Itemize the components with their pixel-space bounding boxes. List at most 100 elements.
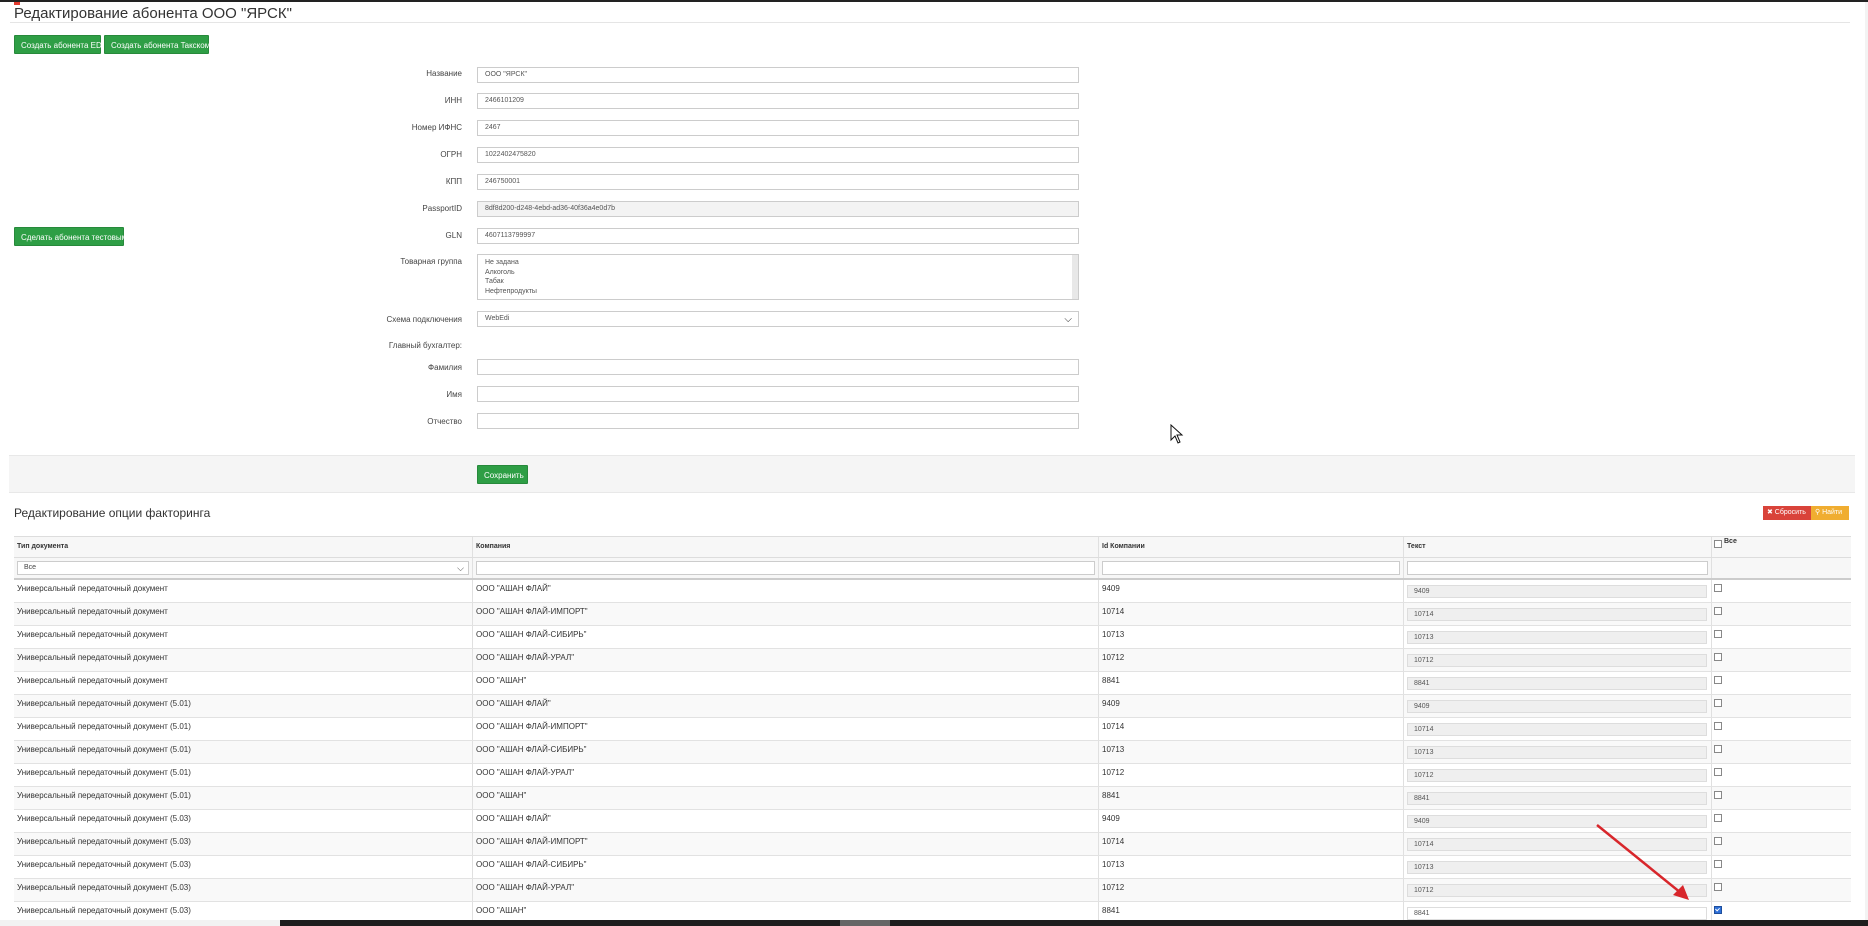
doc-type-cell: Универсальный передаточный документ (5.0… bbox=[14, 833, 473, 855]
table-row: Универсальный передаточный документ (5.0… bbox=[14, 718, 1851, 741]
select-all-checkbox[interactable] bbox=[1714, 540, 1722, 548]
row-checkbox[interactable] bbox=[1714, 745, 1722, 753]
text-input[interactable]: 8841 bbox=[1407, 907, 1707, 920]
doc-type-cell: Универсальный передаточный документ bbox=[14, 580, 473, 602]
text-input[interactable]: 10713 bbox=[1407, 746, 1707, 759]
name-label: Название bbox=[426, 69, 462, 78]
save-button[interactable]: Сохранить bbox=[477, 465, 528, 484]
gln-field[interactable]: 4607113799997 bbox=[477, 228, 1079, 244]
text-input[interactable]: 8841 bbox=[1407, 677, 1707, 690]
top-border bbox=[0, 0, 1868, 2]
company-id-filter-input[interactable] bbox=[1102, 561, 1400, 575]
text-input[interactable]: 10714 bbox=[1407, 723, 1707, 736]
make-test-button[interactable]: Сделать абонента тестовым bbox=[14, 227, 127, 246]
row-checkbox[interactable] bbox=[1714, 676, 1722, 684]
create-edi-button[interactable]: Создать абонента EDI bbox=[14, 35, 104, 54]
scheme-select[interactable]: WebEdi ⌵ bbox=[477, 311, 1079, 327]
ifns-field[interactable]: 2467 bbox=[477, 120, 1079, 136]
taskbar-segment[interactable] bbox=[0, 920, 280, 926]
row-checkbox[interactable] bbox=[1714, 791, 1722, 799]
select-cell bbox=[1712, 580, 1851, 602]
row-checkbox[interactable] bbox=[1714, 653, 1722, 661]
find-button[interactable]: ⚲ Найти bbox=[1811, 506, 1849, 520]
table-row: Универсальный передаточный документ (5.0… bbox=[14, 879, 1851, 902]
company-id-cell: 10714 bbox=[1099, 718, 1404, 740]
listbox-scrollbar[interactable] bbox=[1072, 255, 1078, 299]
col-text[interactable]: Текст bbox=[1404, 537, 1712, 557]
row-checkbox[interactable] bbox=[1714, 584, 1722, 592]
row-checkbox[interactable] bbox=[1714, 768, 1722, 776]
company-id-cell: 10713 bbox=[1099, 626, 1404, 648]
name-field[interactable]: ООО "ЯРСК" bbox=[477, 67, 1079, 83]
doc-type-filter-select[interactable]: Все ⌵ bbox=[17, 561, 469, 575]
table-row: Универсальный передаточный документ ООО "… bbox=[14, 580, 1851, 603]
text-cell: 10712 bbox=[1404, 649, 1712, 671]
company-filter-input[interactable] bbox=[476, 561, 1095, 575]
row-checkbox[interactable] bbox=[1714, 906, 1722, 914]
firstname-field[interactable] bbox=[477, 386, 1079, 402]
row-checkbox[interactable] bbox=[1714, 860, 1722, 868]
row-checkbox[interactable] bbox=[1714, 837, 1722, 845]
inn-field[interactable]: 2466101209 bbox=[477, 93, 1079, 109]
text-input[interactable]: 10713 bbox=[1407, 631, 1707, 644]
col-company[interactable]: Компания bbox=[473, 537, 1099, 557]
company-id-cell: 8841 bbox=[1099, 672, 1404, 694]
select-cell bbox=[1712, 649, 1851, 671]
col-company-id[interactable]: Id Компании bbox=[1099, 537, 1404, 557]
taskbar-segment[interactable] bbox=[840, 920, 890, 926]
text-input[interactable]: 10712 bbox=[1407, 769, 1707, 782]
company-cell: ООО "АШАН ФЛАЙ-СИБИРЬ" bbox=[473, 856, 1099, 878]
table-filter-row: Все ⌵ bbox=[14, 558, 1851, 580]
row-checkbox[interactable] bbox=[1714, 883, 1722, 891]
product-group-option[interactable]: Нефтепродукты bbox=[485, 287, 1078, 297]
text-input[interactable]: 10714 bbox=[1407, 608, 1707, 621]
col-doc-type[interactable]: Тип документа bbox=[14, 537, 473, 557]
text-filter-input[interactable] bbox=[1407, 561, 1708, 575]
chevron-down-icon: ⌵ bbox=[457, 563, 464, 573]
table-row: Универсальный передаточный документ ООО "… bbox=[14, 626, 1851, 649]
product-group-option[interactable]: Алкоголь bbox=[485, 268, 1078, 278]
select-cell bbox=[1712, 741, 1851, 763]
table-row: Универсальный передаточный документ (5.0… bbox=[14, 833, 1851, 856]
company-cell: ООО "АШАН ФЛАЙ" bbox=[473, 695, 1099, 717]
scheme-select-value: WebEdi bbox=[485, 315, 510, 322]
doc-type-filter-value: Все bbox=[24, 564, 37, 571]
row-checkbox[interactable] bbox=[1714, 722, 1722, 730]
company-cell: ООО "АШАН ФЛАЙ-ИМПОРТ" bbox=[473, 833, 1099, 855]
table-body: Универсальный передаточный документ ООО "… bbox=[14, 580, 1851, 925]
doc-type-cell: Универсальный передаточный документ bbox=[14, 672, 473, 694]
chevron-down-icon: ⌵ bbox=[1064, 314, 1072, 325]
text-input[interactable]: 9409 bbox=[1407, 700, 1707, 713]
company-cell: ООО "АШАН ФЛАЙ" bbox=[473, 810, 1099, 832]
select-cell bbox=[1712, 695, 1851, 717]
patronymic-field[interactable] bbox=[477, 413, 1079, 429]
text-input[interactable]: 8841 bbox=[1407, 792, 1707, 805]
table-row: Универсальный передаточный документ (5.0… bbox=[14, 856, 1851, 879]
taskbar bbox=[0, 920, 1868, 926]
product-group-listbox[interactable]: Не задана Алкоголь Табак Нефтепродукты bbox=[477, 254, 1079, 300]
filter-all-cell bbox=[1712, 558, 1851, 578]
text-cell: 9409 bbox=[1404, 580, 1712, 602]
company-id-cell: 10712 bbox=[1099, 764, 1404, 786]
company-cell: ООО "АШАН ФЛАЙ-СИБИРЬ" bbox=[473, 741, 1099, 763]
product-group-option[interactable]: Табак bbox=[485, 277, 1078, 287]
inn-label: ИНН bbox=[444, 96, 462, 105]
row-checkbox[interactable] bbox=[1714, 607, 1722, 615]
reset-button[interactable]: ✖ Сбросить bbox=[1763, 506, 1811, 520]
filter-company-cell bbox=[473, 558, 1099, 578]
kpp-field[interactable]: 246750001 bbox=[477, 174, 1079, 190]
select-cell bbox=[1712, 879, 1851, 901]
surname-field[interactable] bbox=[477, 359, 1079, 375]
row-checkbox[interactable] bbox=[1714, 630, 1722, 638]
select-cell bbox=[1712, 764, 1851, 786]
row-checkbox[interactable] bbox=[1714, 699, 1722, 707]
product-group-label: Товарная группа bbox=[400, 257, 462, 266]
patronymic-label: Отчество bbox=[427, 417, 462, 426]
text-input[interactable]: 9409 bbox=[1407, 585, 1707, 598]
create-taxcom-button[interactable]: Создать абонента Taкском bbox=[104, 35, 210, 54]
row-checkbox[interactable] bbox=[1714, 814, 1722, 822]
product-group-option[interactable]: Не задана bbox=[485, 258, 1078, 268]
page-title: Редактирование абонента ООО "ЯРСК" bbox=[14, 5, 292, 22]
ogrn-field[interactable]: 1022402475820 bbox=[477, 147, 1079, 163]
text-input[interactable]: 10712 bbox=[1407, 654, 1707, 667]
